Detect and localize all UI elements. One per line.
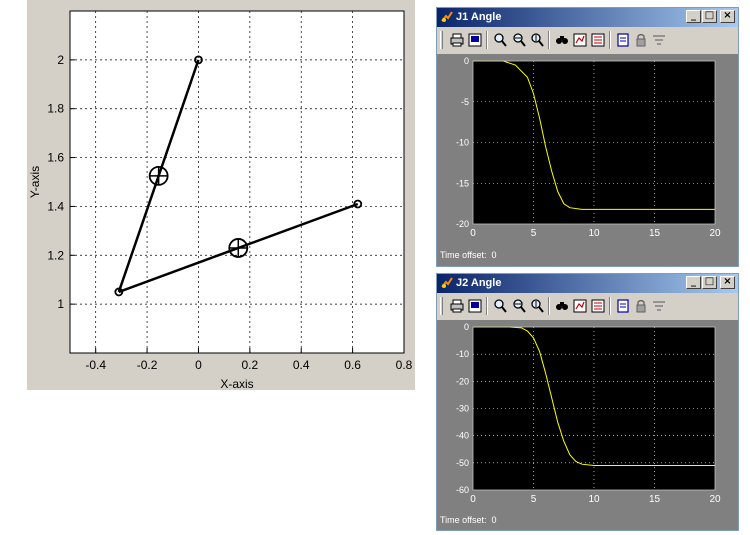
x-tick-label: 20 [709,494,721,505]
y-tick-label: 1.4 [47,199,64,213]
toolbar-separator [486,297,488,315]
autoscale-icon[interactable] [554,298,570,314]
y-tick-label: -10 [456,349,469,359]
title-bar[interactable]: J2 Angle _ □ × [437,274,738,293]
toolbar-grip[interactable] [440,297,443,315]
zoom-icon[interactable] [492,32,508,48]
restore-axes-icon[interactable] [590,32,606,48]
title-bar[interactable]: J1 Angle _ □ × [437,8,738,27]
time-offset-value: 0 [491,515,497,525]
print-figure-icon[interactable] [467,32,483,48]
time-offset-label: Time offset: 0 [440,250,497,260]
minimize-button[interactable]: _ [686,10,701,23]
x-tick-label: 0 [470,228,476,239]
zoom-icon[interactable] [492,298,508,314]
toolbar-separator [486,31,488,49]
parameters-icon[interactable] [615,298,631,314]
y-tick-label: 0 [464,322,469,332]
time-offset-value: 0 [491,250,497,260]
x-tick-label: 0.6 [344,358,361,372]
y-axis-label: Y-axis [28,166,42,198]
autoscale-icon[interactable] [554,32,570,48]
x-tick-label: 5 [531,228,537,239]
close-button[interactable]: × [720,276,735,289]
scope-plot: 0 5 10 15 20 0 -5 -10 -15 -20 [456,56,721,239]
zoom-x-icon[interactable] [511,298,527,314]
y-tick-label: -30 [456,404,469,414]
save-axes-icon[interactable] [572,298,588,314]
zoom-y-icon[interactable] [529,32,545,48]
maximize-button[interactable]: □ [702,10,717,23]
minimize-button[interactable]: _ [686,276,701,289]
scope-window-j2: J2 Angle _ □ × 0 5 10 15 20 0 -10 -20 -30 -40 -50 -… [436,273,739,531]
y-tick-label: -5 [461,97,469,107]
restore-axes-icon[interactable] [590,298,606,314]
toolbar-separator [548,297,550,315]
maximize-button[interactable]: □ [702,276,717,289]
y-tick-label: -15 [456,178,469,188]
window-title: J2 Angle [456,277,502,289]
y-tick-label: -20 [456,219,469,229]
print-icon[interactable] [449,298,465,314]
y-tick-label: -60 [456,485,469,495]
x-tick-label: 10 [588,228,600,239]
x-tick-label: 15 [649,228,661,239]
plot-area [69,10,405,354]
y-tick-label: -20 [456,376,469,386]
time-offset-text: Time offset: [440,250,487,260]
scope-window-j1: J1 Angle _ □ × 0 5 10 15 20 0 -5 -10 -15 -20 Time… [436,7,739,267]
y-tick-label: -10 [456,138,469,148]
close-button[interactable]: × [720,10,735,23]
toolbar-grip[interactable] [440,31,443,49]
y-tick-label: 1.8 [47,102,64,116]
x-tick-label: 5 [531,494,537,505]
print-icon[interactable] [449,32,465,48]
toolbar-separator [609,31,611,49]
x-axis-label: X-axis [220,377,253,390]
y-tick-label: 1 [57,297,64,311]
scope-plot: 0 5 10 15 20 0 -10 -20 -30 -40 -50 -60 [456,322,721,505]
simulink-icon [441,11,453,22]
toolbar [437,27,738,54]
x-tick-label: 0.4 [293,358,310,372]
x-tick-label: 15 [649,494,661,505]
parameters-icon[interactable] [615,32,631,48]
signal-selection-icon[interactable] [651,32,667,48]
zoom-y-icon[interactable] [529,298,545,314]
time-offset-text: Time offset: [440,515,487,525]
y-tick-label: 0 [464,56,469,66]
lock-icon[interactable] [633,32,649,48]
print-figure-icon[interactable] [467,298,483,314]
toolbar-separator [548,31,550,49]
figure-window: -0.4 -0.2 0 0.2 0.4 0.6 0.8 1 1.2 1.4 1.6 1.8 2 X-ax… [27,0,415,390]
figure-canvas: -0.4 -0.2 0 0.2 0.4 0.6 0.8 1 1.2 1.4 1.6 1.8 2 X-ax… [28,10,413,390]
y-tick-label: 2 [57,53,64,67]
y-tick-label: -40 [456,431,469,441]
simulink-icon [441,277,453,288]
x-tick-label: 0.8 [396,358,413,372]
y-tick-label: 1.6 [47,151,64,165]
y-tick-label: 1.2 [47,248,64,262]
zoom-x-icon[interactable] [511,32,527,48]
x-tick-label: -0.4 [85,358,106,372]
x-tick-label: 0 [195,358,202,372]
lock-icon[interactable] [633,298,649,314]
x-tick-label: -0.2 [137,358,158,372]
x-tick-label: 0.2 [242,358,259,372]
window-title: J1 Angle [456,11,502,23]
x-tick-label: 10 [588,494,600,505]
signal-selection-icon[interactable] [651,298,667,314]
x-tick-label: 0 [470,494,476,505]
toolbar [437,293,738,320]
x-tick-label: 20 [709,228,721,239]
time-offset-label: Time offset: 0 [440,515,497,525]
y-tick-label: -50 [456,458,469,468]
scope-display: 0 5 10 15 20 0 -10 -20 -30 -40 -50 -60 Time offset:… [437,320,738,530]
scope-display: 0 5 10 15 20 0 -5 -10 -15 -20 Time offset: 0 [437,54,738,266]
save-axes-icon[interactable] [572,32,588,48]
toolbar-separator [609,297,611,315]
